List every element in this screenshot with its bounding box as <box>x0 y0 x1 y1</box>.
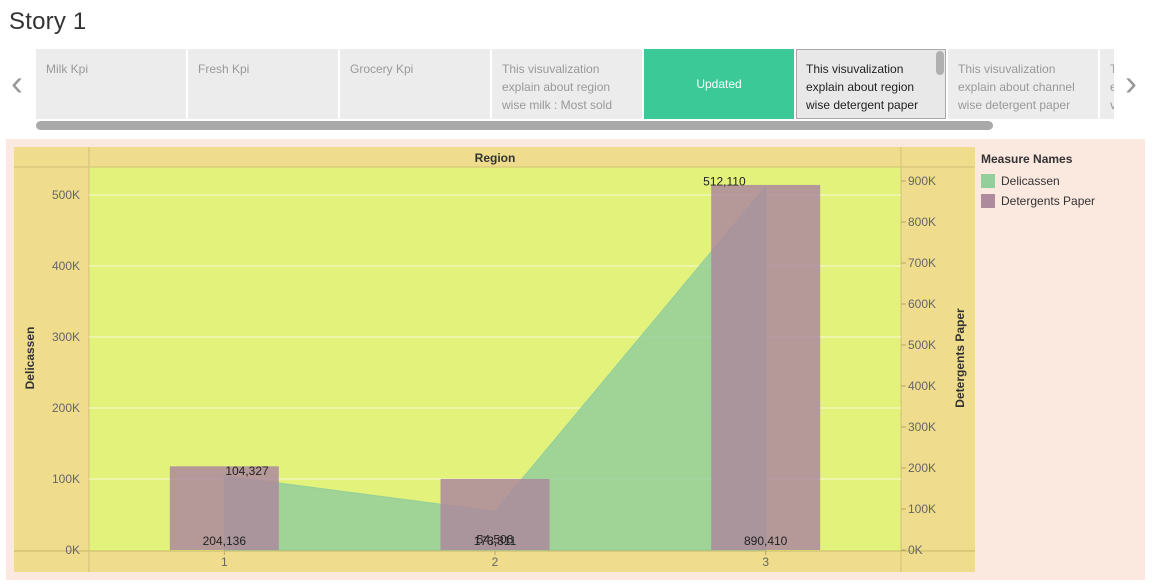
right-axis-tick-label: 900K <box>908 174 936 188</box>
legend-item-delicassen[interactable]: Delicassen <box>981 171 1095 191</box>
legend-title: Measure Names <box>981 152 1073 166</box>
right-axis-tick-label: 500K <box>908 338 936 352</box>
left-axis-tick-label: 400K <box>52 259 80 273</box>
right-axis-tick-label: 100K <box>908 502 936 516</box>
data-label-detergents-paper: 890,410 <box>744 534 788 548</box>
right-axis-tick-label: 0K <box>908 543 923 557</box>
left-axis-title: Delicassen <box>23 327 37 390</box>
data-label-detergents-paper: 173,311 <box>474 534 517 548</box>
left-axis-tick-label: 100K <box>52 472 80 486</box>
left-axis-tick-label: 500K <box>52 188 80 202</box>
data-label-delicassen: 104,327 <box>225 464 269 478</box>
region-chart: Region 0K 100K 200K 300K 400K 500K 0K 100K 200K 30… <box>14 147 975 572</box>
right-axis-tick-label: 800K <box>908 215 936 229</box>
legend-label-detergents-paper: Detergents Paper <box>1001 194 1096 208</box>
legend-item-detergents-paper[interactable]: Detergents Paper <box>981 191 1095 211</box>
legend-label-delicassen: Delicassen <box>1001 174 1060 188</box>
column-header-region: Region <box>475 151 516 165</box>
legend-swatch-delicassen <box>981 174 995 188</box>
bar-detergents-paper <box>711 184 821 551</box>
left-axis-tick-label: 300K <box>52 330 80 344</box>
data-label-delicassen: 512,110 <box>703 174 746 188</box>
data-label-detergents-paper: 204,136 <box>203 534 247 548</box>
x-axis-tick-label: 2 <box>492 555 499 569</box>
legend: Measure Names Delicassen Detergents Pape… <box>981 152 1095 211</box>
right-axis-tick-label: 200K <box>908 461 936 475</box>
right-axis-tick-label: 600K <box>908 297 936 311</box>
right-axis-tick-label: 400K <box>908 379 936 393</box>
legend-swatch-detergents-paper <box>981 194 995 208</box>
right-axis-tick-label: 700K <box>908 256 936 270</box>
left-axis-tick-label: 0K <box>65 543 80 557</box>
left-axis-tick-label: 200K <box>52 401 80 415</box>
right-axis-title: Detergents Paper <box>953 308 967 408</box>
x-axis-tick-label: 1 <box>221 555 228 569</box>
x-axis-tick-label: 3 <box>762 555 769 569</box>
right-axis-tick-label: 300K <box>908 420 936 434</box>
